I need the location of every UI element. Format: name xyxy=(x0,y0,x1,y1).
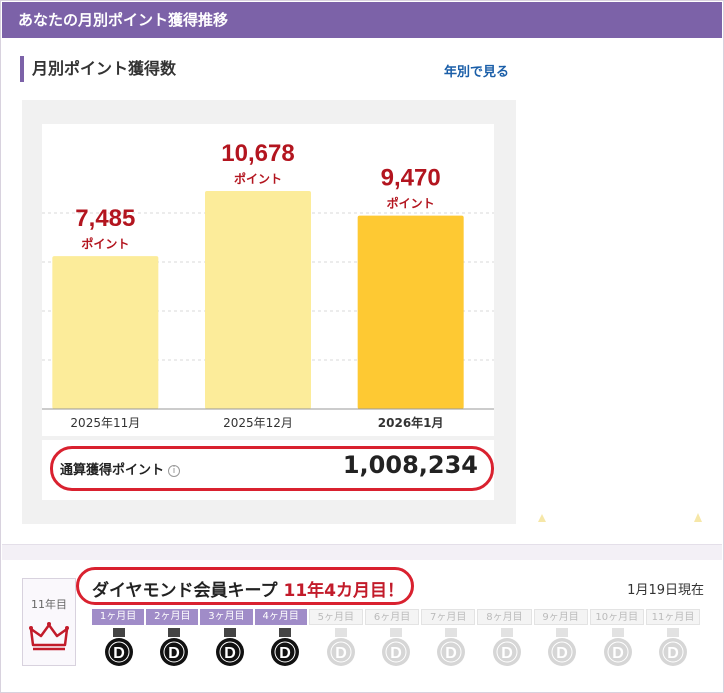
progress-step: 6ヶ月目 xyxy=(364,609,420,625)
panel-header: あなたの月別ポイント獲得推移 xyxy=(2,2,722,38)
bar-unit-label: ポイント xyxy=(234,171,282,186)
decorative-sparkles xyxy=(538,513,702,522)
category-label: 2025年11月 xyxy=(70,416,140,430)
medal-pending: D xyxy=(647,628,700,670)
medal-letter: D xyxy=(279,645,291,662)
progress-step: 11ヶ月目 xyxy=(645,609,701,625)
medal-letter: D xyxy=(168,645,180,662)
month-progress-steps: 1ヶ月目 2ヶ月目 3ヶ月目 4ヶ月目 5ヶ月目 6ヶ月目 7ヶ月目 8ヶ月目 9ヶ月目 10ヶ月… xyxy=(92,609,702,625)
bar-value-label: 10,678 xyxy=(221,140,294,167)
progress-step: 2ヶ月目 xyxy=(146,609,199,625)
medal-icon: D xyxy=(492,628,521,666)
medal-earned: D xyxy=(203,628,256,670)
medal-pending: D xyxy=(314,628,367,670)
medal-icon: D xyxy=(659,628,688,666)
medal-icon: D xyxy=(381,628,410,666)
total-highlight-outline xyxy=(50,446,494,491)
medal-pending: D xyxy=(425,628,478,670)
progress-step: 9ヶ月目 xyxy=(533,609,588,625)
view-by-year-link[interactable]: 年別で見る xyxy=(444,61,509,80)
medal-letter: D xyxy=(224,645,236,662)
medal-letter: D xyxy=(390,645,402,662)
month-medals: DDDDDDDDDDD xyxy=(92,628,702,670)
medal-earned: D xyxy=(92,628,145,670)
crown-icon xyxy=(29,622,69,651)
medal-icon: D xyxy=(326,628,355,666)
medal-icon: D xyxy=(271,628,300,666)
bar-3 xyxy=(357,215,464,409)
rank-badge xyxy=(22,578,76,666)
bar-1 xyxy=(52,256,159,409)
progress-step: 8ヶ月目 xyxy=(477,609,532,625)
category-label: 2026年1月 xyxy=(378,415,444,430)
medal-pending: D xyxy=(369,628,422,670)
medal-icon: D xyxy=(160,628,189,666)
progress-step: 1ヶ月目 xyxy=(92,609,145,625)
medal-letter: D xyxy=(501,645,513,662)
medal-icon: D xyxy=(215,628,244,666)
progress-step: 7ヶ月目 xyxy=(421,609,476,625)
progress-step: 3ヶ月目 xyxy=(200,609,253,625)
medal-letter: D xyxy=(667,645,679,662)
progress-step: 5ヶ月目 xyxy=(308,609,363,625)
progress-step: 4ヶ月目 xyxy=(254,609,307,625)
section-title: 月別ポイント獲得数 xyxy=(20,56,176,82)
medal-pending: D xyxy=(591,628,644,670)
bar-value-label: 7,485 xyxy=(75,205,135,232)
medal-letter: D xyxy=(612,645,624,662)
bar-unit-label: ポイント xyxy=(81,236,129,251)
medal-icon: D xyxy=(548,628,577,666)
keep-highlight-outline xyxy=(76,567,414,605)
section-divider xyxy=(2,544,722,560)
category-label: 2025年12月 xyxy=(223,416,293,430)
medal-pending: D xyxy=(536,628,589,670)
progress-step: 10ヶ月目 xyxy=(589,609,644,625)
medal-icon: D xyxy=(104,628,133,666)
monthly-points-bar-chart: 7,485 ポイント 2025年11月 10,678 ポイント 2025年12月 9,470… xyxy=(42,140,494,430)
medal-letter: D xyxy=(446,645,458,662)
medal-earned: D xyxy=(147,628,200,670)
bar-value-label: 9,470 xyxy=(381,165,441,192)
medal-letter: D xyxy=(113,645,125,662)
bar-2 xyxy=(205,190,311,409)
medal-pending: D xyxy=(480,628,533,670)
medal-letter: D xyxy=(335,645,347,662)
medal-icon: D xyxy=(437,628,466,666)
bar-unit-label: ポイント xyxy=(387,196,435,211)
medal-letter: D xyxy=(557,645,569,662)
rank-years-label: 11年目 xyxy=(31,598,67,611)
as-of-date: 1月19日現在 xyxy=(627,583,704,598)
medal-earned: D xyxy=(258,628,311,670)
medal-icon: D xyxy=(603,628,632,666)
